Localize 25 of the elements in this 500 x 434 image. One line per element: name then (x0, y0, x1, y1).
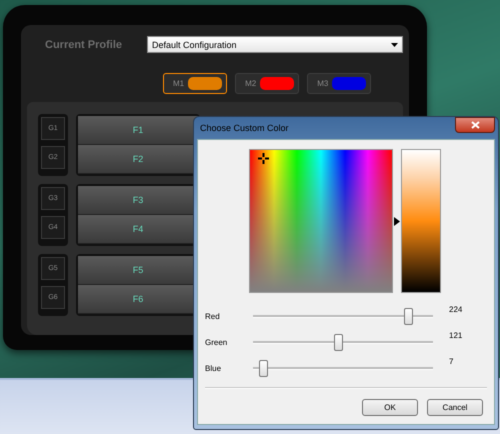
close-icon (470, 121, 480, 129)
profile-label: Current Profile (45, 38, 124, 50)
crosshair-icon (258, 153, 269, 164)
slider-value: 7 (449, 357, 454, 366)
dialog-title: Choose Custom Color (199, 123, 289, 133)
slider-value: 121 (449, 331, 462, 340)
mode-tab[interactable]: M2 (235, 73, 300, 94)
slider-label: Blue (205, 364, 222, 372)
profile-dropdown[interactable]: Default Configuration (147, 36, 403, 53)
luminance-bar[interactable] (401, 149, 441, 293)
color-spectrum[interactable] (249, 149, 393, 293)
mode-tab[interactable]: M3 (307, 73, 372, 94)
slider-label: Red (205, 312, 221, 320)
dialog-button[interactable]: Cancel (427, 399, 483, 416)
slider-thumb[interactable] (404, 308, 413, 324)
f-key[interactable]: F1 (78, 116, 198, 145)
slider-thumb[interactable] (334, 334, 343, 350)
caret-icon (391, 42, 398, 46)
mode-tab[interactable]: M1 (163, 73, 228, 94)
dialog-button[interactable]: OK (362, 399, 418, 416)
slider-value: 224 (449, 305, 462, 314)
slider-thumb[interactable] (259, 360, 268, 376)
close-button[interactable] (455, 117, 495, 133)
pointer-icon (394, 216, 400, 226)
slider-label: Green (205, 338, 228, 346)
